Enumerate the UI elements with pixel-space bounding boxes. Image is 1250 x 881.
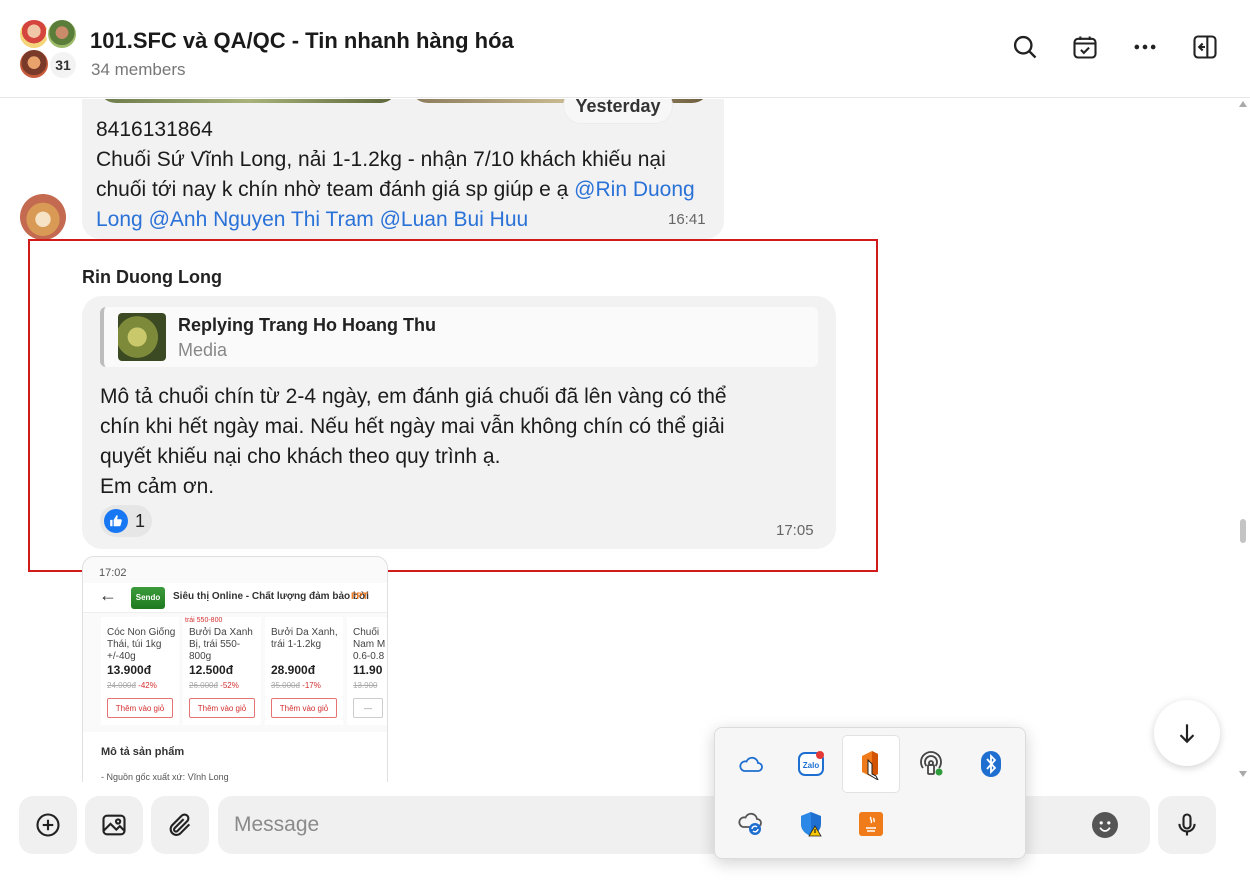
message-line: Em cảm ơn. bbox=[100, 475, 215, 498]
emoji-icon[interactable] bbox=[1092, 812, 1118, 838]
sync-cloud-icon[interactable] bbox=[723, 796, 779, 852]
system-tray-overflow: Zalo bbox=[714, 727, 1026, 859]
reply-preview[interactable]: Replying Trang Ho Hoang Thu Media bbox=[100, 307, 818, 367]
message-composer bbox=[0, 782, 1250, 881]
office-icon[interactable] bbox=[843, 736, 899, 792]
group-avatar[interactable]: 31 bbox=[18, 18, 80, 80]
sidebar-toggle-icon[interactable] bbox=[1188, 30, 1222, 64]
product-card: Bưởi Da Xanh, trái 1-1.2kg 28.900đ 35.00… bbox=[265, 617, 343, 725]
shop-title: Siêu thị Online - Chất lượng đảm bảo bởi bbox=[173, 591, 369, 602]
member-avatar bbox=[46, 18, 78, 50]
shop-header: ← Sendo Farm Siêu thị Online - Chất lượn… bbox=[83, 583, 387, 624]
reaction-count: 1 bbox=[135, 510, 146, 531]
chat-title[interactable]: 101.SFC và QA/QC - Tin nhanh hàng hóa bbox=[90, 28, 514, 54]
mention-link[interactable]: @Luan Bui Huu bbox=[380, 208, 529, 231]
member-avatar bbox=[18, 48, 50, 80]
wireless-display-icon[interactable] bbox=[903, 736, 959, 792]
mention-link[interactable]: @Anh Nguyen Thi Tram bbox=[149, 208, 374, 231]
add-button[interactable] bbox=[19, 796, 77, 854]
reply-title: Replying Trang Ho Hoang Thu bbox=[178, 315, 436, 335]
more-icon[interactable] bbox=[1128, 30, 1162, 64]
scrollbar[interactable] bbox=[1236, 99, 1250, 782]
product-description: Mô tả sản phẩm - Nguồn gốc xuất xứ: Vĩnh… bbox=[83, 732, 387, 782]
message-bubble[interactable]: 8416131864 Chuối Sứ Vĩnh Long, nải 1-1.2k… bbox=[82, 99, 724, 239]
java-icon[interactable] bbox=[843, 796, 899, 852]
reply-thumbnail bbox=[118, 313, 166, 361]
back-arrow-icon: ← bbox=[99, 585, 117, 605]
windows-security-icon[interactable] bbox=[783, 796, 839, 852]
sender-name[interactable]: Rin Duong Long bbox=[82, 267, 222, 288]
message-text: 8416131864 Chuối Sứ Vĩnh Long, nải 1-1.2k… bbox=[96, 115, 696, 235]
shop-logo: Sendo Farm bbox=[131, 587, 165, 624]
message-bubble[interactable]: Replying Trang Ho Hoang Thu Media Mô tả … bbox=[82, 296, 836, 549]
product-card: trái 550-800 Bưởi Da Xanh Bị, trái 550-8… bbox=[183, 617, 261, 725]
message-list[interactable]: 8416131864 Chuối Sứ Vĩnh Long, nải 1-1.2k… bbox=[0, 99, 1236, 782]
product-card: Cóc Non Giống Thái, túi 1kg +/-40g 13.90… bbox=[101, 617, 179, 725]
member-count-badge: 31 bbox=[48, 50, 78, 80]
scrollbar-thumb[interactable] bbox=[1240, 519, 1246, 543]
search-icon[interactable] bbox=[1008, 30, 1042, 64]
message-image[interactable]: 17:02 ← Sendo Farm Siêu thị Online - Chấ… bbox=[82, 556, 388, 782]
scroll-to-bottom-button[interactable] bbox=[1154, 700, 1220, 766]
message-line: Mô tả chuổi chín từ 2-4 ngày, em đánh gi… bbox=[100, 385, 727, 408]
message-time: 16:41 bbox=[668, 211, 706, 228]
reply-subtitle: Media bbox=[178, 340, 228, 360]
message-image[interactable] bbox=[98, 99, 398, 103]
message-time: 17:05 bbox=[776, 522, 814, 539]
brand-logo: FPT bbox=[351, 591, 368, 601]
calendar-check-icon[interactable] bbox=[1068, 30, 1102, 64]
date-divider: Yesterday bbox=[564, 99, 672, 123]
gallery-button[interactable] bbox=[85, 796, 143, 854]
product-card: Chuối Nam M 0.6-0.8 11.90 13.900 — bbox=[347, 617, 387, 725]
message-line: chín khi hết ngày mai. Nếu hết ngày mai … bbox=[100, 415, 725, 438]
chat-header: 31 101.SFC và QA/QC - Tin nhanh hàng hóa… bbox=[0, 0, 1250, 98]
scroll-down-arrow-icon[interactable] bbox=[1239, 771, 1247, 777]
message-line: quyết khiếu nại cho khách theo quy trình… bbox=[100, 445, 501, 468]
zalo-icon[interactable]: Zalo bbox=[783, 736, 839, 792]
sender-avatar[interactable] bbox=[20, 194, 66, 240]
phone-status-bar: 17:02 bbox=[99, 567, 127, 579]
reaction-badge[interactable]: 1 bbox=[100, 505, 152, 537]
onedrive-icon[interactable] bbox=[723, 736, 779, 792]
microphone-button[interactable] bbox=[1158, 796, 1216, 854]
member-count[interactable]: 34 members bbox=[91, 60, 185, 80]
bluetooth-icon[interactable] bbox=[963, 736, 1019, 792]
like-icon bbox=[104, 509, 128, 533]
message-text: Mô tả chuổi chín từ 2-4 ngày, em đánh gi… bbox=[100, 382, 800, 502]
svg-text:Zalo: Zalo bbox=[803, 761, 820, 770]
scroll-up-arrow-icon[interactable] bbox=[1239, 101, 1247, 107]
attach-button[interactable] bbox=[151, 796, 209, 854]
